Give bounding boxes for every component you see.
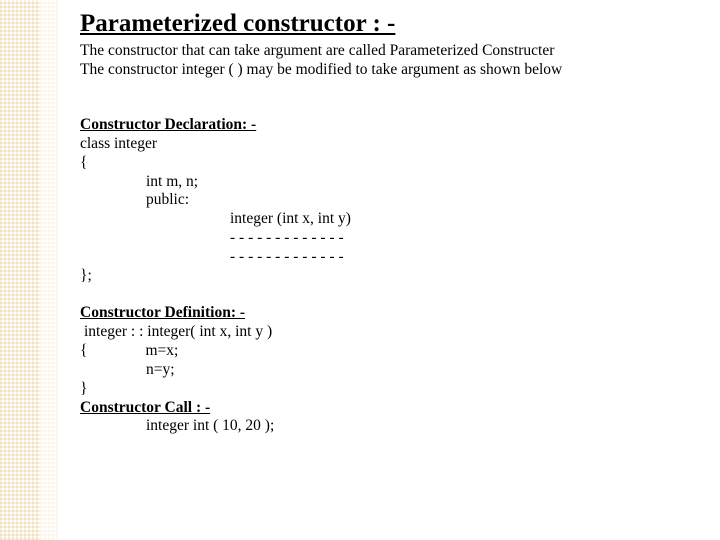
decl-line: integer (int x, int y) xyxy=(80,210,680,229)
definition-heading: Constructor Definition: - xyxy=(80,304,245,321)
decl-line: class integer xyxy=(80,135,680,154)
def-line: } xyxy=(80,380,680,399)
def-line: integer : : integer( int x, int y ) xyxy=(80,323,680,342)
intro-line-1: The constructor that can take argument a… xyxy=(80,42,680,61)
decl-line: - - - - - - - - - - - - - xyxy=(80,229,680,248)
declaration-heading: Constructor Declaration: - xyxy=(80,116,256,133)
decl-line: }; xyxy=(80,267,680,286)
declaration-block: Constructor Declaration: - class integer… xyxy=(80,116,680,286)
call-heading: Constructor Call : - xyxy=(80,399,210,416)
decl-line: - - - - - - - - - - - - - xyxy=(80,248,680,267)
def-line: n=y; xyxy=(80,361,680,380)
intro-block: The constructor that can take argument a… xyxy=(80,42,680,80)
call-block: Constructor Call : - integer int ( 10, 2… xyxy=(80,399,680,437)
decl-line: public: xyxy=(80,191,680,210)
call-line: integer int ( 10, 20 ); xyxy=(80,417,680,436)
slide-content: Parameterized constructor : - The constr… xyxy=(80,10,680,436)
def-assign: m=x; xyxy=(145,342,178,359)
decorative-side-stripe xyxy=(0,0,40,540)
def-brace: { xyxy=(80,342,87,359)
intro-line-2: The constructor integer ( ) may be modif… xyxy=(80,61,680,80)
decl-line: { xyxy=(80,154,680,173)
page-title: Parameterized constructor : - xyxy=(80,10,680,38)
def-line: { m=x; xyxy=(80,342,680,361)
definition-block: Constructor Definition: - integer : : in… xyxy=(80,304,680,399)
decl-line: int m, n; xyxy=(80,173,680,192)
